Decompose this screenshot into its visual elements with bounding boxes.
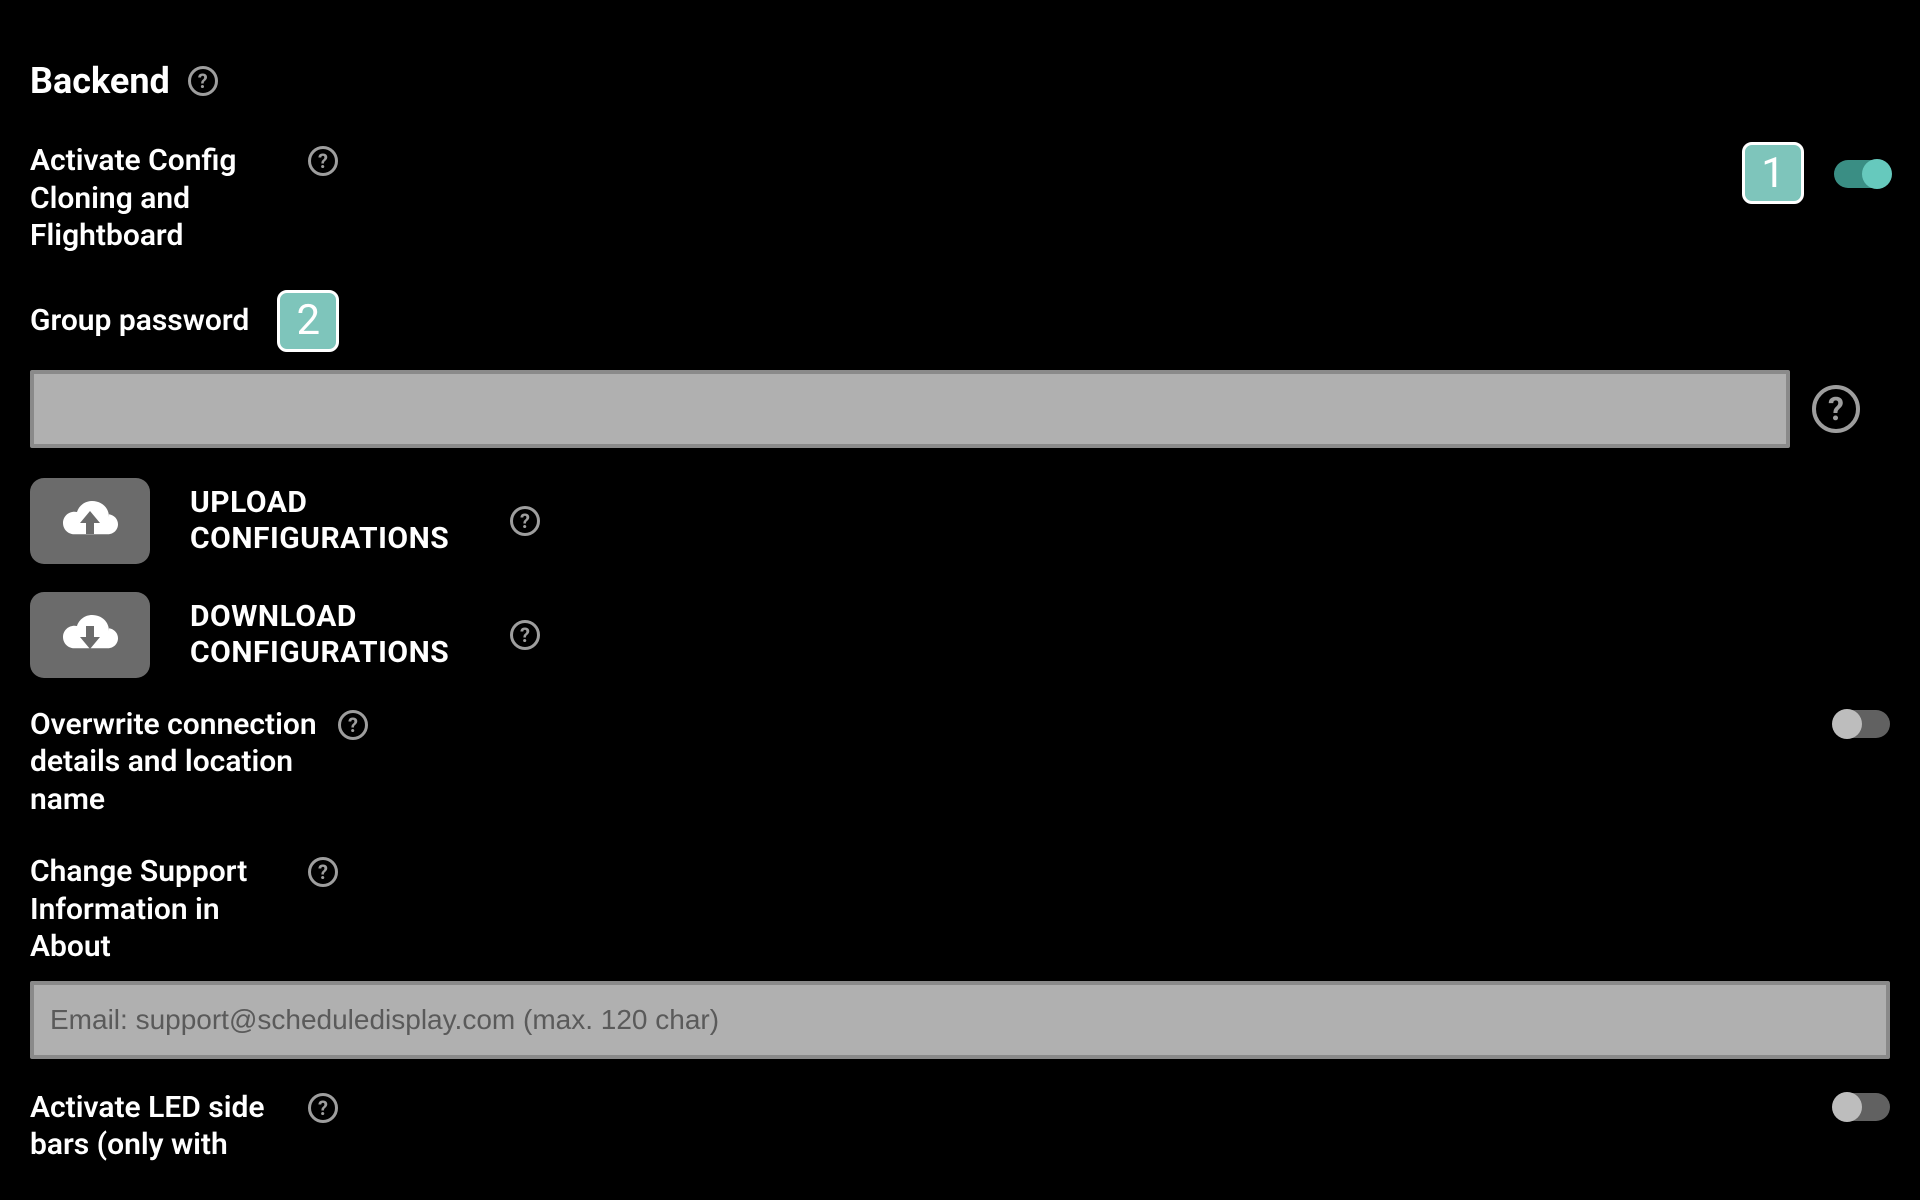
- overwrite-details-label: Overwrite connection details and locatio…: [30, 706, 320, 819]
- help-icon[interactable]: ?: [308, 857, 338, 887]
- led-bars-toggle[interactable]: [1834, 1093, 1890, 1121]
- help-icon[interactable]: ?: [308, 146, 338, 176]
- cloud-download-icon: [58, 611, 122, 659]
- upload-configurations-row: UPLOAD CONFIGURATIONS ?: [30, 478, 1890, 564]
- help-icon[interactable]: ?: [308, 1093, 338, 1123]
- help-icon[interactable]: ?: [188, 66, 218, 96]
- activate-cloning-toggle[interactable]: [1834, 160, 1890, 188]
- activate-cloning-row: Activate Config Cloning and Flightboard …: [30, 142, 1890, 255]
- toggle-knob: [1832, 709, 1862, 739]
- overwrite-details-row: Overwrite connection details and locatio…: [30, 706, 1890, 819]
- backend-section-header: Backend ?: [30, 60, 1890, 102]
- download-configurations-label: DOWNLOAD CONFIGURATIONS: [190, 599, 470, 671]
- cloud-upload-icon: [58, 497, 122, 545]
- activate-cloning-label: Activate Config Cloning and Flightboard: [30, 142, 290, 255]
- upload-configurations-button[interactable]: [30, 478, 150, 564]
- support-info-label: Change Support Information in About: [30, 853, 290, 966]
- toggle-knob: [1862, 159, 1892, 189]
- group-password-input[interactable]: [30, 370, 1790, 448]
- led-bars-row: Activate LED side bars (only with ?: [30, 1089, 1890, 1164]
- support-info-input[interactable]: [30, 981, 1890, 1059]
- upload-configurations-label: UPLOAD CONFIGURATIONS: [190, 485, 470, 557]
- led-bars-label: Activate LED side bars (only with: [30, 1089, 290, 1164]
- support-info-input-row: [30, 981, 1890, 1059]
- help-icon[interactable]: ?: [338, 710, 368, 740]
- step-badge-1: 1: [1742, 142, 1804, 204]
- support-info-row: Change Support Information in About ?: [30, 853, 1890, 966]
- section-title: Backend: [30, 60, 170, 102]
- help-icon[interactable]: ?: [510, 620, 540, 650]
- overwrite-details-toggle[interactable]: [1834, 710, 1890, 738]
- group-password-input-row: ?: [30, 370, 1890, 448]
- help-icon[interactable]: ?: [510, 506, 540, 536]
- group-password-label: Group password: [30, 302, 249, 340]
- download-configurations-row: DOWNLOAD CONFIGURATIONS ?: [30, 592, 1890, 678]
- group-password-row: Group password 2: [30, 290, 1890, 352]
- download-configurations-button[interactable]: [30, 592, 150, 678]
- toggle-knob: [1832, 1092, 1862, 1122]
- step-badge-2: 2: [277, 290, 339, 352]
- help-icon[interactable]: ?: [1812, 385, 1860, 433]
